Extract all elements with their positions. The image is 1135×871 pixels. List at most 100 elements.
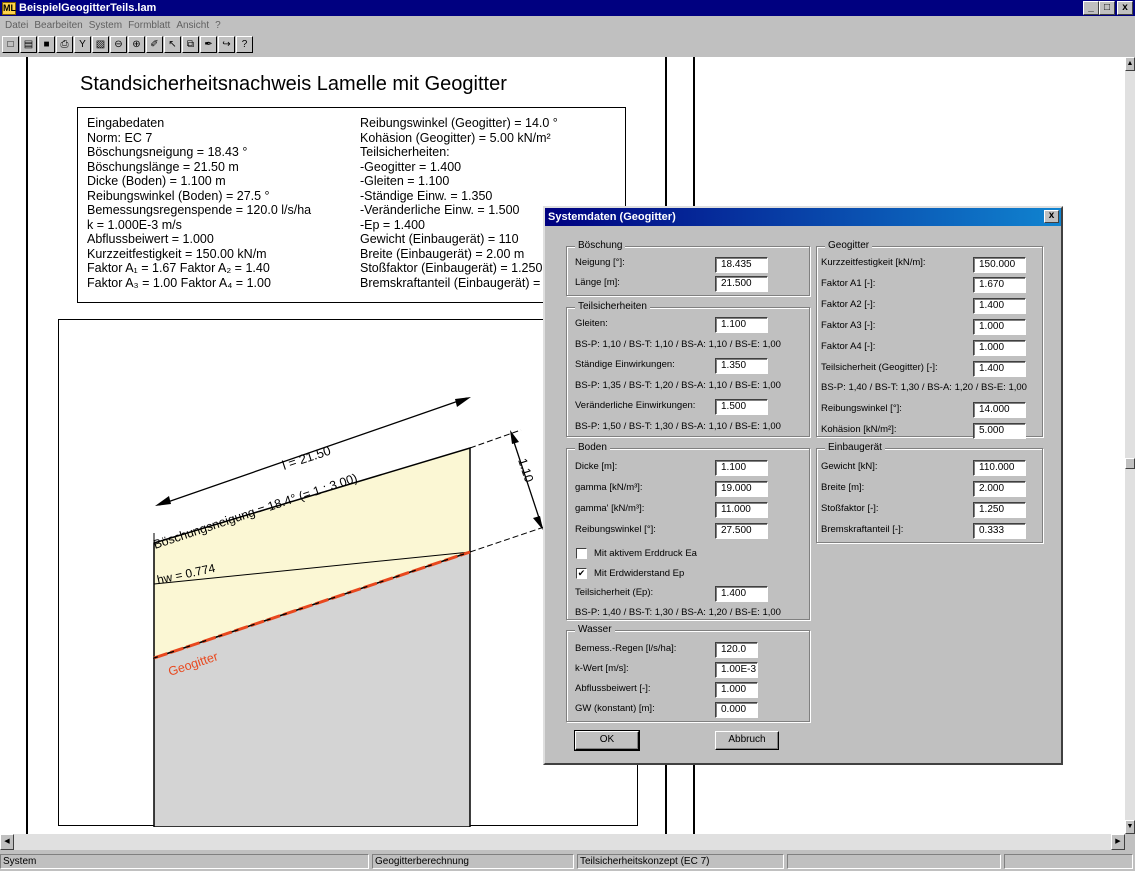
menu-datei[interactable]: Datei — [2, 20, 31, 31]
dialog-titlebar: Systemdaten (Geogitter) x — [545, 208, 1061, 226]
scroll-up-button[interactable]: ▲ — [1125, 57, 1135, 71]
group-einbaugeraet: Einbaugerät Gewicht [kN]: 110.000 Breite… — [816, 442, 1043, 543]
copy-icon[interactable]: ⧉ — [182, 36, 199, 53]
a1-field[interactable]: 1.670 — [973, 277, 1026, 293]
gamma-field[interactable]: 19.000 — [715, 481, 768, 497]
status-empty-1 — [787, 854, 1001, 869]
input-data-left: Eingabedaten Norm: EC 7 Böschungsneigung… — [87, 116, 311, 290]
reibung-field[interactable]: 27.500 — [715, 523, 768, 539]
input-line: Böschungsneigung = 18.43 ° — [87, 145, 248, 159]
menu-formblatt[interactable]: Formblatt — [125, 20, 173, 31]
cancel-button[interactable]: Abbruch — [715, 731, 779, 750]
minimize-button[interactable]: _ — [1083, 1, 1099, 15]
new-icon[interactable]: □ — [2, 36, 19, 53]
thickness-ext-bottom — [469, 523, 554, 553]
neigung-label: Neigung [°]: — [575, 257, 625, 268]
window-controls: _ □ x — [1083, 1, 1133, 15]
input-line: Dicke (Boden) = 1.100 m — [87, 174, 226, 188]
a3-field[interactable]: 1.000 — [973, 319, 1026, 335]
staendig-label: Ständige Einwirkungen: — [575, 359, 675, 370]
reibung-label: Reibungswinkel [°]: — [575, 524, 656, 535]
input-line: Faktor A₁ = 1.67 Faktor A₂ = 1.40 — [87, 261, 270, 275]
neigung-field[interactable]: 18.435 — [715, 257, 768, 273]
length-label: l = 21.50 — [280, 443, 332, 473]
maximize-button[interactable]: □ — [1099, 1, 1115, 15]
kurzzeit-field[interactable]: 150.000 — [973, 257, 1026, 273]
scroll-left-button[interactable]: ◀ — [0, 834, 14, 850]
veraenderlich-field[interactable]: 1.500 — [715, 399, 768, 415]
aktiv-checkbox[interactable] — [576, 548, 587, 559]
scroll-thumb[interactable] — [1125, 458, 1135, 469]
menu-ansicht[interactable]: Ansicht — [173, 20, 212, 31]
scroll-right-button[interactable]: ▶ — [1111, 834, 1125, 850]
input-line: -Ständige Einw. = 1.350 — [360, 188, 493, 203]
menu-system[interactable]: System — [86, 20, 125, 31]
kohaesion-label: Kohäsion [kN/m²]: — [821, 424, 897, 435]
breite-label: Breite [m]: — [821, 482, 865, 493]
abfluss-field[interactable]: 1.000 — [715, 682, 758, 698]
gamma2-field[interactable]: 11.000 — [715, 502, 768, 518]
input-line: -Geogitter = 1.400 — [360, 159, 462, 174]
brems-field[interactable]: 0.333 — [973, 523, 1026, 539]
input-line: Kohäsion (Geogitter) = 5.00 kN/m² — [360, 130, 551, 145]
pointer-icon[interactable]: ↖ — [164, 36, 181, 53]
print-icon[interactable]: ⎙ — [56, 36, 73, 53]
stoss-field[interactable]: 1.250 — [973, 502, 1026, 518]
input-line: Abflussbeiwert = 1.000 — [87, 232, 214, 246]
staendig-note: BS-P: 1,35 / BS-T: 1,20 / BS-A: 1,10 / B… — [575, 380, 781, 391]
teilsicherheit-ep-field[interactable]: 1.400 — [715, 586, 768, 602]
laenge-field[interactable]: 21.500 — [715, 276, 768, 292]
a4-field[interactable]: 1.000 — [973, 340, 1026, 356]
input-line: Böschungslänge = 21.50 m — [87, 159, 239, 174]
page-preview-icon[interactable]: ▧ — [92, 36, 109, 53]
gleiten-label: Gleiten: — [575, 318, 608, 329]
export-icon[interactable]: ↪ — [218, 36, 235, 53]
zoom-out-icon[interactable]: ⊖ — [110, 36, 127, 53]
ts-geogitter-field[interactable]: 1.400 — [973, 361, 1026, 377]
vertical-scrollbar[interactable]: ▲ ▼ — [1125, 57, 1135, 834]
systemdaten-dialog: Systemdaten (Geogitter) x Böschung Neigu… — [543, 206, 1063, 765]
length-arrow-right — [455, 397, 471, 407]
regen-field[interactable]: 120.0 — [715, 642, 758, 658]
a2-field[interactable]: 1.400 — [973, 298, 1026, 314]
widerstand-checkbox[interactable]: ✔ — [576, 568, 587, 579]
widerstand-label[interactable]: Mit Erdwiderstand Ep — [594, 568, 684, 580]
input-line: Bemessungsregenspende = 120.0 l/s/ha — [87, 203, 312, 217]
input-line: Teilsicherheiten: — [360, 145, 450, 159]
menu-bearbeiten[interactable]: Bearbeiten — [31, 20, 85, 31]
reibung-geogitter-label: Reibungswinkel [°]: — [821, 403, 902, 414]
kwert-field[interactable]: 1.00E-3 — [715, 662, 758, 678]
toolbar: □ ▤ ■ ⎙ Y ▧ ⊖ ⊕ ✐ ↖ ⧉ ✒ ↪ ? — [0, 36, 253, 56]
input-line: Faktor A₃ = 1.00 Faktor A₄ = 1.00 — [87, 275, 271, 290]
edit-icon[interactable]: ✐ — [146, 36, 163, 53]
reibung-geogitter-field[interactable]: 14.000 — [973, 402, 1026, 418]
horizontal-scrollbar[interactable]: ◀ ▶ — [0, 834, 1125, 850]
kohaesion-field[interactable]: 5.000 — [973, 423, 1026, 439]
dicke-field[interactable]: 1.100 — [715, 460, 768, 476]
gewicht-field[interactable]: 110.000 — [973, 460, 1026, 476]
gw-field[interactable]: 0.000 — [715, 702, 758, 718]
length-arrow-left — [155, 496, 171, 506]
input-line: -Gleiten = 1.100 — [360, 174, 450, 188]
close-button[interactable]: x — [1117, 1, 1133, 15]
veraenderlich-note: BS-P: 1,50 / BS-T: 1,30 / BS-A: 1,10 / B… — [575, 421, 781, 432]
help-icon[interactable]: ? — [236, 36, 253, 53]
a4-label: Faktor A4 [-]: — [821, 341, 876, 352]
save-icon[interactable]: ■ — [38, 36, 55, 53]
staendig-field[interactable]: 1.350 — [715, 358, 768, 374]
regen-label: Bemess.-Regen [l/s/ha]: — [575, 643, 677, 654]
zoom-in-icon[interactable]: ⊕ — [128, 36, 145, 53]
breite-field[interactable]: 2.000 — [973, 481, 1026, 497]
menu-help[interactable]: ? — [212, 20, 224, 31]
filter-icon[interactable]: Y — [74, 36, 91, 53]
gleiten-field[interactable]: 1.100 — [715, 317, 768, 333]
paint-icon[interactable]: ✒ — [200, 36, 217, 53]
group-title: Einbaugerät — [825, 442, 885, 454]
open-icon[interactable]: ▤ — [20, 36, 37, 53]
ok-button[interactable]: OK — [574, 730, 640, 751]
aktiv-label[interactable]: Mit aktivem Erddruck Ea — [594, 548, 697, 560]
dialog-close-button[interactable]: x — [1044, 210, 1059, 223]
input-line: Eingabedaten — [87, 116, 165, 130]
scroll-down-button[interactable]: ▼ — [1125, 820, 1135, 834]
status-system: System — [0, 854, 369, 869]
